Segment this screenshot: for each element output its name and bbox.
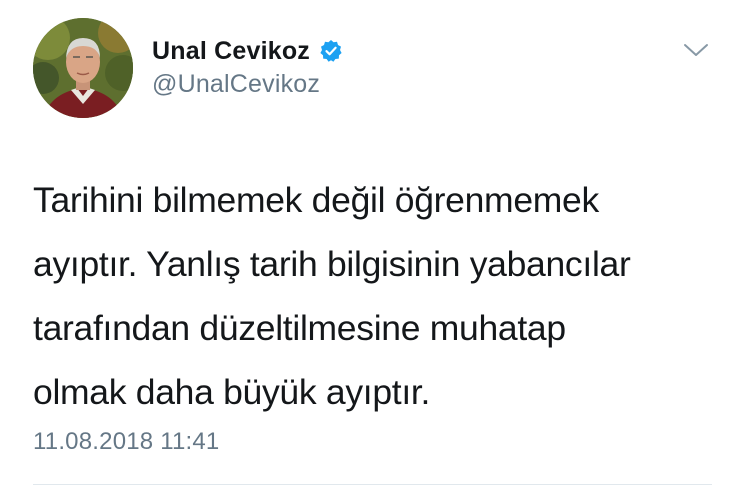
tweet-text: Tarihini bilmemek değil öğrenmemek ayıpt… — [33, 180, 631, 412]
author-name-row[interactable]: Unal Cevikoz — [152, 34, 343, 68]
author-handle[interactable]: @UnalCevikoz — [152, 70, 320, 99]
tweet-timestamp[interactable]: 11.08.2018 11:41 — [33, 428, 219, 456]
author-display-name[interactable]: Unal Cevikoz — [152, 37, 310, 66]
verified-badge-icon — [319, 39, 343, 63]
avatar[interactable] — [33, 18, 133, 118]
chevron-down-icon[interactable] — [682, 40, 710, 60]
divider — [33, 484, 712, 485]
